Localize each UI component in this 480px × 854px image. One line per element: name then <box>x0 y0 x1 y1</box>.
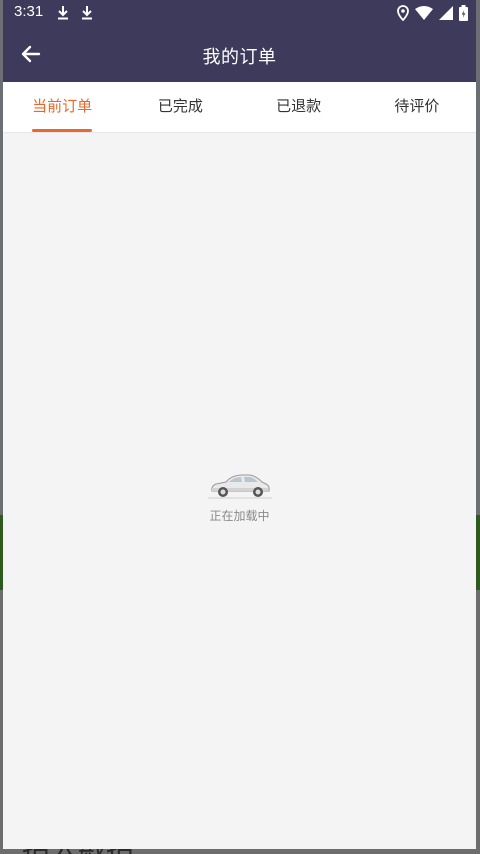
loading-indicator: 正在加载中 <box>3 470 476 524</box>
tab-indicator <box>32 129 93 132</box>
battery-icon <box>459 5 468 21</box>
orders-dialog: 3:31 我的订单 当前订单 已完成 已退款 待评价 正在加载中 <box>3 0 476 849</box>
order-tabs: 当前订单 已完成 已退款 待评价 <box>3 82 476 133</box>
signal-icon <box>439 6 453 20</box>
status-bar: 3:31 <box>3 0 476 26</box>
tab-to-review[interactable]: 待评价 <box>358 82 476 132</box>
tab-refunded[interactable]: 已退款 <box>240 82 358 132</box>
location-icon <box>397 5 409 21</box>
status-time: 3:31 <box>14 3 44 20</box>
tab-completed[interactable]: 已完成 <box>121 82 239 132</box>
loading-text: 正在加载中 <box>209 509 270 523</box>
tab-label: 当前订单 <box>32 97 93 115</box>
download-icon <box>82 6 92 20</box>
page-title: 我的订单 <box>202 47 277 68</box>
tab-label: 已退款 <box>276 97 322 115</box>
download-icon <box>58 6 68 20</box>
car-icon <box>207 474 272 499</box>
tab-current-orders[interactable]: 当前订单 <box>3 82 121 132</box>
wifi-icon <box>415 6 433 20</box>
app-bar: 我的订单 <box>3 26 476 82</box>
tab-label: 待评价 <box>394 97 440 115</box>
tab-label: 已完成 <box>157 97 203 115</box>
